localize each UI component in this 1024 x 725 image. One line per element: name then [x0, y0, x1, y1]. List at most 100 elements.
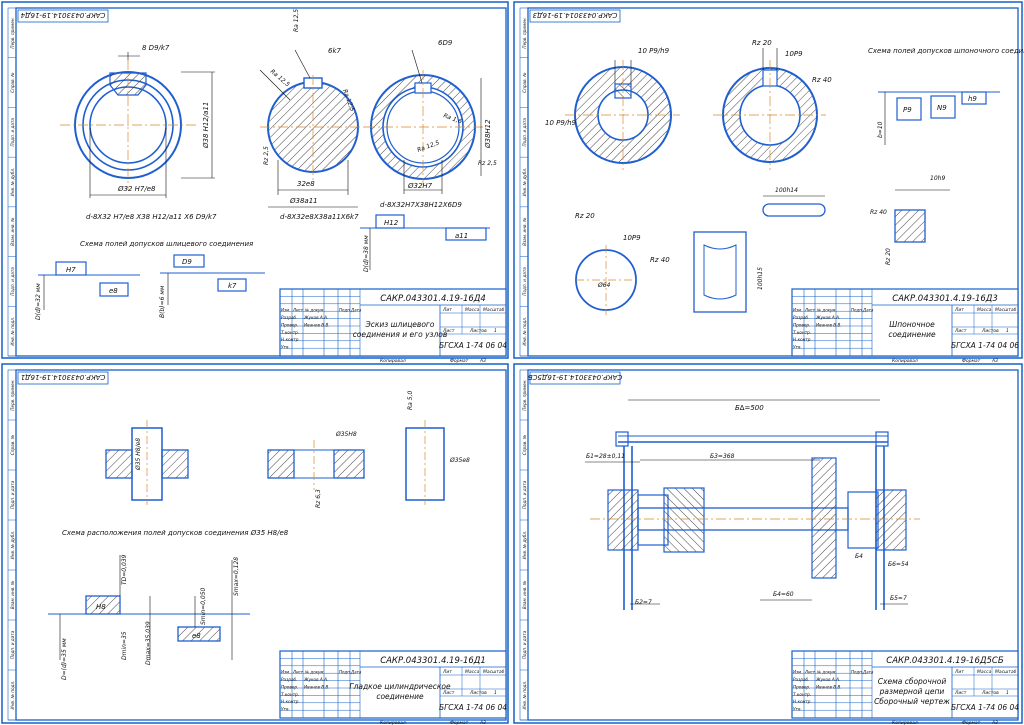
- side-label: Перв. примен.: [522, 17, 527, 48]
- scheme-caption-2: Схема полей допусков шпоночного соединен…: [868, 47, 1024, 55]
- drawing-sheets: САКР.0433014.19-16Д4 8 D9/k7 Ø32 H7/e8 Ø…: [1, 1, 1024, 725]
- listov-label: Листов: [469, 328, 487, 334]
- kopiroval: Копировал: [892, 358, 918, 364]
- stamp-top-4: САКР.0433014.19-16Д5СБ: [528, 373, 623, 381]
- side-label: Подп. и дата: [10, 118, 15, 147]
- format-a3: А3: [479, 358, 486, 364]
- side-label: Подп. и дата: [522, 118, 527, 147]
- rz-2-5-b: Rz 2,5: [478, 160, 497, 167]
- stamp-header: Дата: [350, 308, 362, 313]
- format-label: Формат: [962, 358, 981, 364]
- fit-main: d-8X32 H7/e8 X38 H12/a11 X6 D9/k7: [86, 213, 217, 221]
- checker: Иванов В.В.: [304, 322, 330, 327]
- checker: Иванов В.В.: [304, 684, 330, 689]
- box-a11: a11: [455, 232, 468, 240]
- stamp-header: Лист: [292, 308, 304, 313]
- stamp-header: Дата: [862, 670, 874, 675]
- side-label: Подп. и дата: [10, 267, 15, 296]
- dnom-32: D(d)=32 мм: [35, 283, 42, 320]
- org-code: БГСХА 1-74 06 04: [951, 703, 1019, 712]
- box-k7: k7: [228, 282, 237, 290]
- side-label: Подп. и дата: [10, 630, 15, 659]
- rz-2-5-a: Rz 2,5: [263, 146, 270, 165]
- dim-8d9k7: 8 D9/k7: [142, 44, 170, 52]
- box-n9: N9: [937, 104, 947, 112]
- stamp-header: Дата: [350, 670, 362, 675]
- side-label: Перв. примен.: [522, 379, 527, 410]
- side-label: Подп. и дата: [522, 630, 527, 659]
- title-line: соединение: [376, 692, 424, 701]
- lit-label: Лит: [442, 669, 452, 675]
- box-e8-b: e8: [192, 632, 201, 640]
- checker: Иванов В.В.: [816, 322, 842, 327]
- dim-hole-35: Ø35H8: [335, 431, 357, 438]
- org-code: БГСХА 1-74 04 06: [951, 341, 1019, 350]
- doc-code: САКР.043301.4.19-16Д3: [892, 294, 998, 304]
- listov-label: Листов: [981, 690, 999, 696]
- stamp-row-label: Утв.: [793, 345, 802, 350]
- org-code: БГСХА 1-74 06 04: [439, 703, 507, 712]
- format-a3: А3: [991, 720, 998, 725]
- side-label: Подп. и дата: [10, 480, 15, 509]
- dim-10h9: 10h9: [930, 175, 945, 182]
- dim-10p9-b: 10P9: [623, 234, 641, 242]
- title-block-1: САКР.043301.4.19-16Д4 Эскиз шлицевогосоед…: [279, 288, 507, 364]
- side-label: Инв. № подл.: [522, 681, 527, 710]
- stamp-row-label: Провер.: [281, 684, 298, 689]
- side-label: Взам. инв. №: [522, 217, 527, 246]
- side-label: Инв. № подл.: [10, 681, 15, 710]
- dim-b4: Б4: [855, 553, 863, 560]
- len-100h15: 100h15: [757, 267, 764, 290]
- format-label: Формат: [450, 720, 469, 725]
- title-line: соединения и его узлов: [353, 330, 448, 339]
- box-e8: e8: [109, 287, 118, 295]
- stamp-row-label: Т.контр.: [793, 692, 811, 697]
- title-line: Эскиз шлицевого: [365, 320, 435, 329]
- doc-code: САКР.043301.4.19-16Д4: [380, 294, 486, 304]
- dim-phi64: Ø64: [597, 282, 611, 289]
- author: Жуков А.А.: [303, 315, 328, 320]
- rz-6-3: Rz 6,3: [315, 489, 322, 508]
- kopiroval: Копировал: [380, 358, 406, 364]
- len-100h14: 100h14: [775, 187, 798, 194]
- side-label: Инв. № дубл.: [10, 531, 15, 560]
- stamp-header: Изм.: [281, 670, 290, 675]
- box-h7: H7: [66, 266, 76, 274]
- rz-20-b: Rz 20: [885, 248, 892, 265]
- dim-38a11: Ø38a11: [289, 197, 318, 205]
- stamp-header: Изм.: [793, 670, 802, 675]
- title-block-2: САКР.043301.4.19-16Д3 Шпоночноесоединение…: [791, 288, 1019, 364]
- rz-40-c: Rz 40: [650, 256, 670, 264]
- dnom-35: D=(d)=35 мм: [61, 638, 68, 680]
- stamp-header: Лист: [804, 670, 816, 675]
- fit-shaft: d-8X32e8X38a11X6k7: [280, 213, 359, 221]
- dim-32h7: Ø32H7: [407, 182, 433, 190]
- stamp-row-label: Утв.: [793, 707, 802, 712]
- box-h8: H8: [96, 603, 106, 611]
- b-10: b=10: [877, 121, 884, 138]
- author: Жуков А.А.: [815, 315, 840, 320]
- dim-38h12: Ø38H12: [484, 119, 492, 149]
- lit-label: Лит: [442, 307, 452, 313]
- stamp-header: Подп.: [851, 308, 863, 313]
- listov-label: Листов: [469, 690, 487, 696]
- stamp-row-label: Т.контр.: [281, 330, 299, 335]
- dim-32e8: 32e8: [297, 180, 315, 188]
- format-label: Формат: [450, 358, 469, 364]
- stamp-row-label: Утв.: [281, 707, 290, 712]
- stamp-top-1: САКР.0433014.19-16Д4: [21, 11, 106, 19]
- massa-label: Масса: [465, 669, 480, 675]
- dim-phi32h7e8: Ø32 H7/e8: [117, 185, 156, 193]
- title-line: Гладкое цилиндрическое: [349, 682, 451, 691]
- dim-b7a: Б2=7: [635, 599, 652, 606]
- stamp-row-label: Н.контр.: [281, 699, 300, 704]
- doc-code: САКР.043301.4.19-16Д5СБ: [886, 656, 1004, 666]
- stamp-row-label: Провер.: [793, 684, 810, 689]
- masshtab-label: Масштаб: [995, 669, 1017, 675]
- smin: Smin=0,050: [200, 587, 207, 625]
- checker: Иванов В.В.: [816, 684, 842, 689]
- side-label: Перв. примен.: [10, 379, 15, 410]
- rz-20-a: Rz 20: [752, 39, 772, 47]
- side-label: Справ. №: [522, 72, 527, 93]
- side-label: Взам. инв. №: [522, 580, 527, 609]
